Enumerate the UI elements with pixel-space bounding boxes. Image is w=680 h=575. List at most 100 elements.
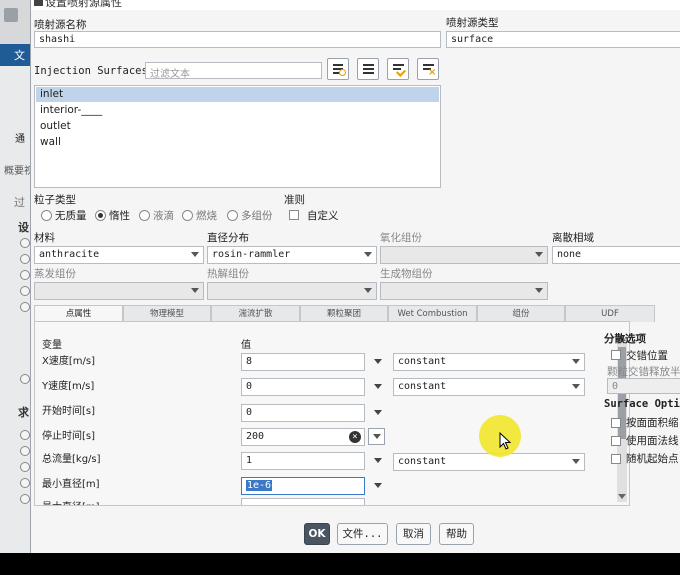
chevron-down-icon[interactable]	[374, 483, 382, 488]
chevron-down-icon[interactable]	[374, 384, 382, 389]
radio-droplet[interactable]	[139, 210, 150, 221]
property-value-field[interactable]: 0	[241, 378, 365, 396]
tab-parcel[interactable]: 颗粒聚团	[300, 305, 388, 322]
diameter-dropdown[interactable]: rosin-rammler	[207, 246, 377, 264]
random-start-checkbox[interactable]	[611, 454, 621, 464]
tree-expand-icon[interactable]	[20, 494, 30, 504]
outline-row-filter: 过	[14, 196, 25, 209]
cancel-button[interactable]: 取消	[396, 523, 431, 545]
product-dropdown[interactable]	[380, 282, 548, 300]
dialog-titlebar[interactable]: 设置喷射源属性	[31, 0, 680, 10]
scatter-options-title: 分散选项	[604, 333, 646, 345]
evaporating-dropdown[interactable]	[34, 282, 204, 300]
file-button[interactable]: 文件...	[337, 523, 388, 545]
tree-expand-icon[interactable]	[20, 254, 30, 264]
chevron-down-icon	[535, 252, 543, 257]
list-icon[interactable]	[357, 58, 379, 80]
custom-checkbox[interactable]	[289, 210, 299, 220]
toolbar-icon[interactable]	[4, 8, 18, 22]
radio-combusting[interactable]	[182, 210, 193, 221]
deselect-all-icon[interactable]: ×	[417, 58, 439, 80]
source-name-field[interactable]: shashi	[34, 31, 441, 48]
source-type-label: 喷射源类型	[446, 17, 499, 29]
tree-expand-icon[interactable]	[20, 270, 30, 280]
diameter-value: rosin-rammler	[212, 249, 291, 260]
chevron-down-icon[interactable]	[374, 359, 382, 364]
chevron-down-icon[interactable]	[374, 410, 382, 415]
stagger-label: 交错位置	[626, 350, 668, 362]
list-item[interactable]: wall	[36, 135, 439, 150]
tab-point-properties[interactable]: 点属性	[34, 305, 123, 322]
property-label: 总流量[kg/s]	[42, 454, 101, 465]
tree-expand-icon[interactable]	[20, 478, 30, 488]
discrete-phase-dropdown[interactable]: none	[552, 246, 680, 264]
ribbon-tab[interactable]: 文	[0, 44, 34, 66]
tree-expand-icon[interactable]	[20, 238, 30, 248]
property-value-field[interactable]: 1e-6	[241, 477, 365, 495]
outline-row-solution[interactable]: 求	[18, 404, 29, 420]
property-value-field[interactable]	[241, 498, 365, 505]
tree-expand-icon[interactable]	[20, 430, 30, 440]
particle-type-group: 无质量 惰性 液滴 燃烧 多组份	[39, 208, 289, 222]
radio-multicomponent[interactable]	[227, 210, 238, 221]
product-label: 生成物组份	[380, 268, 433, 280]
tree-expand-icon[interactable]	[20, 374, 30, 384]
tree-expand-icon[interactable]	[20, 302, 30, 312]
tab-components[interactable]: 组份	[477, 305, 565, 322]
property-label: Y速度[m/s]	[42, 381, 95, 392]
material-dropdown[interactable]: anthracite	[34, 246, 204, 264]
filter-input[interactable]: 过滤文本	[145, 62, 322, 79]
list-item[interactable]: interior-____	[36, 103, 439, 118]
oxidizing-label: 氧化组份	[380, 232, 422, 244]
source-type-field[interactable]: surface	[446, 31, 680, 48]
tree-expand-icon[interactable]	[20, 286, 30, 296]
select-all-icon[interactable]	[327, 58, 349, 80]
stagger-checkbox[interactable]	[611, 350, 621, 360]
outline-row-setup[interactable]: 设	[18, 219, 29, 235]
list-item[interactable]: inlet	[36, 87, 439, 102]
scale-by-area-checkbox[interactable]	[611, 418, 621, 428]
radio-massless[interactable]	[41, 210, 52, 221]
injection-surfaces-label: Injection Surfaces	[34, 65, 148, 77]
stagger-radius-label: 颗粒交错释放半	[607, 366, 680, 378]
method-dropdown[interactable]: constant	[393, 353, 585, 371]
tab-udf[interactable]: UDF	[565, 305, 655, 322]
help-button[interactable]: 帮助	[439, 523, 474, 545]
check-selected-icon[interactable]	[387, 58, 409, 80]
chevron-down-icon	[373, 434, 381, 439]
chevron-down-icon	[535, 288, 543, 293]
method-dropdown[interactable]: constant	[393, 378, 585, 396]
chevron-down-icon	[364, 288, 372, 293]
radio-label: 燃烧	[196, 210, 217, 222]
tree-expand-icon[interactable]	[20, 446, 30, 456]
tab-wet-combustion[interactable]: Wet Combustion	[388, 305, 477, 322]
clear-icon[interactable]: ×	[349, 431, 361, 443]
property-value-field[interactable]: 200 ×	[241, 428, 365, 446]
tree-expand-icon[interactable]	[20, 462, 30, 472]
particle-type-label: 粒子类型	[34, 194, 76, 206]
method-value: constant	[398, 456, 447, 467]
list-item[interactable]: outlet	[36, 119, 439, 134]
stagger-radius-field[interactable]: 0	[607, 378, 680, 394]
property-label: 最大直径[m]	[42, 498, 100, 505]
chevron-down-icon	[572, 459, 580, 464]
dropdown-button[interactable]	[368, 428, 385, 445]
property-value-field[interactable]: 0	[241, 404, 365, 422]
surfaces-list[interactable]: inlet interior-____ outlet wall	[34, 85, 441, 188]
scroll-down-icon[interactable]	[618, 494, 626, 499]
devolatilizing-dropdown[interactable]	[207, 282, 377, 300]
radio-label: 多组份	[241, 210, 273, 222]
method-dropdown[interactable]: constant	[393, 453, 585, 471]
property-value-field[interactable]: 8	[241, 353, 365, 371]
dialog-title: 设置喷射源属性	[45, 0, 122, 9]
ok-button[interactable]: OK	[304, 523, 330, 545]
property-value-field[interactable]: 1	[241, 452, 365, 470]
radio-inert[interactable]	[95, 210, 106, 221]
chevron-down-icon	[572, 384, 580, 389]
use-face-normal-checkbox[interactable]	[611, 436, 621, 446]
tab-turbulent-dispersion[interactable]: 湍流扩散	[211, 305, 300, 322]
tab-physical-models[interactable]: 物理模型	[123, 305, 211, 322]
oxidizing-dropdown[interactable]	[380, 246, 548, 264]
chevron-down-icon[interactable]	[374, 458, 382, 463]
method-value: constant	[398, 381, 447, 392]
